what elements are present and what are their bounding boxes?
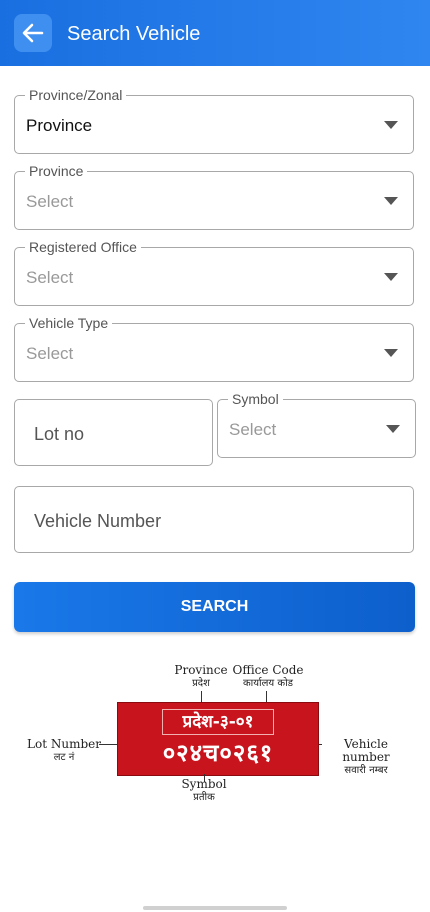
search-button[interactable]: SEARCH <box>14 582 415 632</box>
plate-top-text: प्रदेश-३-०१ <box>162 709 274 735</box>
chevron-down-icon <box>384 349 398 357</box>
lot-no-placeholder: Lot no <box>34 424 85 444</box>
license-plate-image: प्रदेश-३-०१ ०२४च०२६१ <box>117 702 319 776</box>
symbol-value: Select <box>229 420 277 439</box>
province-value: Select <box>26 192 74 211</box>
chevron-down-icon <box>384 273 398 281</box>
app-bar: Search Vehicle <box>0 0 430 66</box>
chevron-down-icon <box>386 425 400 433</box>
vehicle-type-dropdown[interactable]: Vehicle Type Select <box>14 314 414 382</box>
vehicle-number-annotation: Vehicle number सवारी नम्बर <box>342 737 390 777</box>
vehicle-type-value: Select <box>26 344 74 363</box>
lot-no-input[interactable]: Lot no <box>14 399 213 466</box>
vehicle-type-label: Vehicle Type <box>25 314 113 332</box>
office-code-annotation: Office Code कार्यालय कोड <box>232 663 304 690</box>
registered-office-label: Registered Office <box>25 238 141 256</box>
symbol-label: Symbol <box>228 390 283 408</box>
plate-bottom-text: ०२४च०२६१ <box>162 739 274 767</box>
registered-office-value: Select <box>26 268 74 287</box>
page-title: Search Vehicle <box>67 23 201 45</box>
province-zonal-label: Province/Zonal <box>25 86 127 104</box>
plate-diagram: Province प्रदेश Office Code कार्यालय कोड… <box>0 660 430 804</box>
back-button[interactable] <box>14 14 52 52</box>
lot-number-annotation: Lot Number लट नं <box>27 737 101 764</box>
vehicle-number-placeholder: Vehicle Number <box>34 511 162 531</box>
symbol-dropdown[interactable]: Symbol Select <box>217 390 416 458</box>
vehicle-number-input[interactable]: Vehicle Number <box>14 486 414 553</box>
province-dropdown[interactable]: Province Select <box>14 162 414 230</box>
symbol-annotation: Symbol प्रतीक <box>181 777 227 804</box>
province-label: Province <box>25 162 88 180</box>
province-zonal-value: Province <box>26 116 93 135</box>
home-indicator[interactable] <box>143 906 287 910</box>
registered-office-dropdown[interactable]: Registered Office Select <box>14 238 414 306</box>
chevron-down-icon <box>384 121 398 129</box>
arrow-left-icon <box>22 23 44 43</box>
province-annotation: Province प्रदेश <box>174 663 228 690</box>
province-zonal-dropdown[interactable]: Province/Zonal Province <box>14 86 414 154</box>
chevron-down-icon <box>384 197 398 205</box>
